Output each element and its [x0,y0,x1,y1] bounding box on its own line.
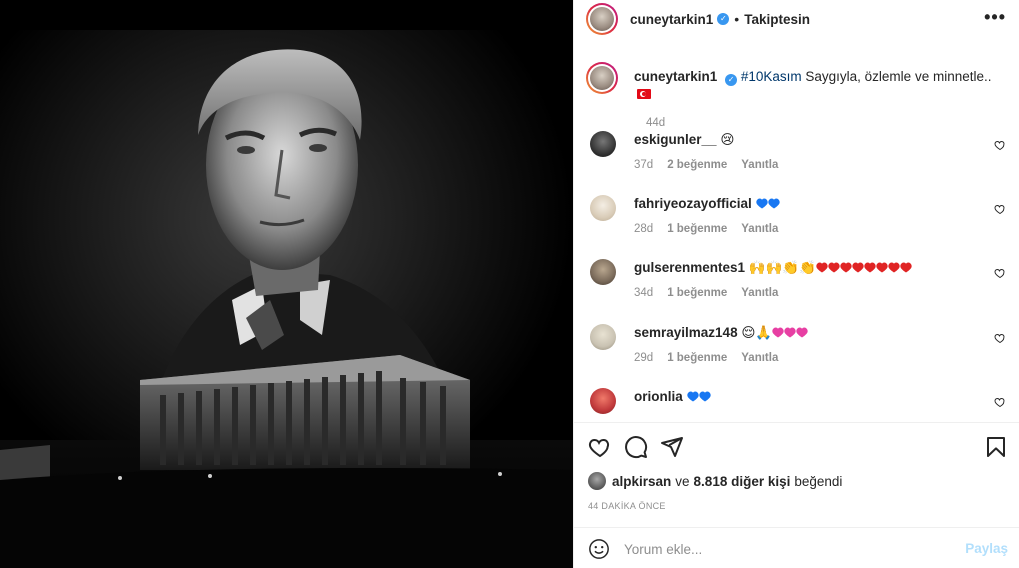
commenter-avatar[interactable] [590,324,616,350]
caption-time[interactable]: 44d [646,117,1006,129]
like-comment-heart-icon[interactable] [994,396,1006,408]
blue-heart-emoji-icon [767,198,780,209]
like-comment-heart-icon[interactable] [994,203,1006,215]
caption-author-avatar[interactable] [586,62,618,94]
blue-heart-emoji-icon [755,198,768,209]
commenter-username[interactable]: gulserenmentes1 [634,260,745,275]
blue-heart-emoji-icon [686,391,699,402]
likes-connector: ve [675,473,690,489]
caption-username[interactable]: cuneytarkin1 [634,69,717,84]
author-username[interactable]: cuneytarkin1 [630,12,713,27]
follow-state-button[interactable]: Takiptesin [744,12,810,27]
verified-badge-icon: ✓ [717,13,730,25]
like-comment-heart-icon[interactable] [994,332,1006,344]
comment-input[interactable] [624,536,954,562]
share-icon[interactable] [660,435,684,459]
comment-time[interactable]: 37d [634,159,653,171]
commenter-avatar[interactable] [590,131,616,157]
commenter-avatar[interactable] [590,388,616,414]
liker-username[interactable]: alpkirsan [612,474,671,489]
comment-time[interactable]: 28d [634,223,653,235]
post-image[interactable] [0,0,573,568]
caption-hashtag[interactable]: #10Kasım [741,69,802,84]
likes-summary: alpkirsan ve 8.818 diğer kişi beğendi [588,472,842,490]
post-timestamp[interactable]: 44 DAKİKA ÖNCE [588,501,666,511]
blue-heart-emoji-icon [698,391,711,402]
emoji-smile-icon[interactable] [588,538,610,560]
comment-text: 🙌🙌👏👏 [748,260,817,275]
reply-button[interactable]: Yanıtla [741,159,778,171]
commenter-avatar[interactable] [590,195,616,221]
author-avatar[interactable] [586,3,618,35]
commenter-avatar[interactable] [590,259,616,285]
pink-hearts-emoji [772,325,808,340]
verified-badge-icon: ✓ [725,74,738,86]
post-actions-bar [574,422,1019,470]
likes-suffix: beğendi [794,473,843,489]
reply-button[interactable]: Yanıtla [741,287,778,299]
comment-time[interactable]: 29d [634,352,653,364]
reply-button[interactable]: Yanıtla [741,352,778,364]
bookmark-icon[interactable] [984,435,1008,459]
like-comment-heart-icon[interactable] [994,139,1006,151]
comment-likes[interactable]: 2 beğenme [667,159,727,171]
more-options-icon[interactable]: ••• [984,8,1006,26]
comment-likes[interactable]: 1 beğenme [667,223,727,235]
comment-text: 😢 [720,132,735,147]
caption-text: Saygıyla, özlemle ve minnetle.. [805,69,992,84]
comment-text: 😌🙏 [741,325,773,340]
comment-likes[interactable]: 1 beğenme [667,287,727,299]
post-detail-panel: cuneytarkin1 ✓ • Takiptesin ••• cuneytar… [573,0,1019,568]
comments-list[interactable]: cuneytarkin1 ✓ #10Kasım Saygıyla, özleml… [574,54,1019,420]
commenter-username[interactable]: eskigunler__ [634,132,717,147]
post-caption: cuneytarkin1 ✓ #10Kasım Saygıyla, özleml… [586,62,1006,129]
commenter-username[interactable]: orionlia [634,389,683,404]
heart-icon[interactable] [588,435,612,459]
like-comment-heart-icon[interactable] [994,267,1006,279]
liker-avatar[interactable] [588,472,606,490]
red-hearts-emoji [816,260,912,275]
comment-icon[interactable] [624,435,648,459]
post-comment-button[interactable]: Paylaş [965,541,1008,556]
separator-dot: • [734,11,740,27]
portrait-mausoleum-photo [0,0,573,568]
comment-time[interactable]: 34d [634,287,653,299]
reply-button[interactable]: Yanıtla [741,223,778,235]
commenter-username[interactable]: semrayilmaz148 [634,325,738,340]
commenter-username[interactable]: fahriyeozayofficial [634,196,752,211]
turkey-flag-icon [637,89,651,99]
likes-others-count[interactable]: 8.818 diğer kişi [694,474,791,489]
comment-likes[interactable]: 1 beğenme [667,352,727,364]
post-header: cuneytarkin1 ✓ • Takiptesin ••• [574,0,1019,38]
add-comment-bar: Paylaş [574,527,1019,568]
